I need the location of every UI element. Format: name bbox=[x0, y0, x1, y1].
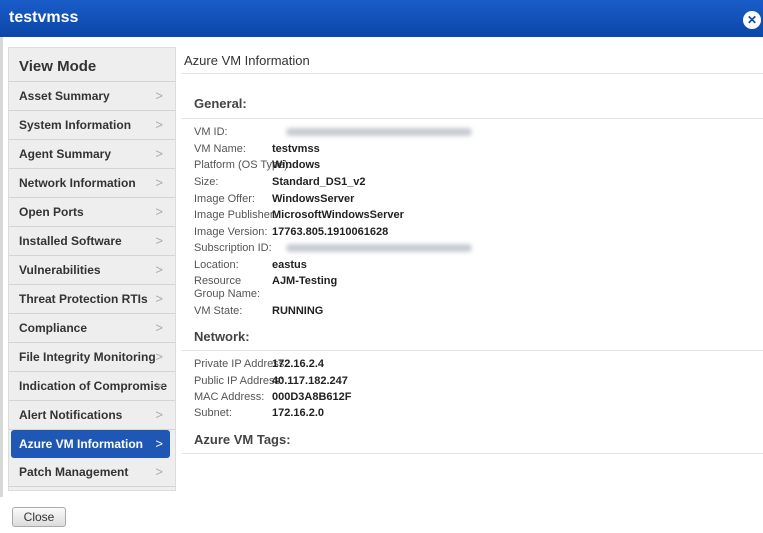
chevron-right-icon: > bbox=[155, 320, 163, 335]
chevron-right-icon: > bbox=[155, 233, 163, 248]
section-heading-general: General: bbox=[194, 96, 247, 111]
sidebar-item-label: Patch Management bbox=[19, 465, 129, 479]
vm-name-value: testvmss bbox=[272, 143, 320, 155]
sidebar-item-label: Alert Notifications bbox=[19, 408, 123, 422]
private-ip-value: 172.16.2.4 bbox=[272, 358, 324, 370]
window-title: testvmss bbox=[9, 9, 79, 26]
close-button[interactable]: Close bbox=[12, 507, 66, 527]
sidebar-item[interactable]: Indication of Compromise > bbox=[9, 372, 175, 401]
vm-state-label: VM State: bbox=[194, 305, 243, 317]
vm-id-label: VM ID: bbox=[194, 126, 228, 138]
size-label: Size: bbox=[194, 176, 219, 188]
location-value: eastus bbox=[272, 259, 307, 271]
chevron-right-icon: > bbox=[155, 291, 163, 306]
sidebar-item[interactable]: Threat Protection RTIs > bbox=[9, 285, 175, 314]
sidebar-item-label: Indication of Compromise bbox=[19, 379, 168, 393]
section-divider bbox=[182, 350, 763, 351]
sidebar-item-label: Open Ports bbox=[19, 205, 84, 219]
chevron-right-icon: > bbox=[155, 436, 163, 451]
chevron-right-icon: > bbox=[155, 117, 163, 132]
sidebar-item[interactable]: System Information > bbox=[9, 111, 175, 140]
sidebar-item-label: System Information bbox=[19, 118, 132, 132]
sidebar-item[interactable]: Agent Summary > bbox=[9, 140, 175, 169]
sidebar-item[interactable]: Compliance > bbox=[9, 314, 175, 343]
subnet-label: Subnet: bbox=[194, 407, 232, 419]
subnet-value: 172.16.2.0 bbox=[272, 407, 324, 419]
chevron-right-icon: > bbox=[155, 88, 163, 103]
chevron-right-icon: > bbox=[155, 349, 163, 364]
window-left-border bbox=[0, 37, 3, 497]
sidebar-item-label: Vulnerabilities bbox=[19, 263, 101, 277]
sidebar-item[interactable]: Alert Notifications > bbox=[9, 401, 175, 430]
image-version-label: Image Version: bbox=[194, 226, 268, 238]
sidebar-item[interactable]: Vulnerabilities > bbox=[9, 256, 175, 285]
image-publisher-value: MicrosoftWindowsServer bbox=[272, 209, 404, 221]
sidebar-item-label: File Integrity Monitoring bbox=[19, 350, 156, 364]
sidebar-item-label: Asset Summary bbox=[19, 89, 110, 103]
chevron-right-icon: > bbox=[155, 262, 163, 277]
window-titlebar: testvmss ✕ bbox=[0, 0, 763, 37]
panel-divider bbox=[182, 73, 763, 74]
chevron-right-icon: > bbox=[155, 464, 163, 479]
mac-address-value: 000D3A8B612F bbox=[272, 391, 352, 403]
sidebar-item-label: Agent Summary bbox=[19, 147, 112, 161]
chevron-right-icon: > bbox=[155, 407, 163, 422]
sidebar-item-label: Installed Software bbox=[19, 234, 122, 248]
panel-title: Azure VM Information bbox=[184, 53, 310, 68]
sidebar-item[interactable]: Azure VM Information > bbox=[11, 430, 170, 458]
location-label: Location: bbox=[194, 259, 239, 271]
vm-state-value: RUNNING bbox=[272, 305, 324, 317]
subscription-id-label: Subscription ID: bbox=[194, 242, 272, 254]
platform-value: Windows bbox=[272, 159, 321, 171]
sidebar-item-label: Compliance bbox=[19, 321, 88, 335]
image-version-value: 17763.805.1910061628 bbox=[272, 226, 389, 238]
public-ip-label: Public IP Address: bbox=[194, 375, 284, 387]
view-mode-sidebar: View Mode Asset Summary > System Informati… bbox=[8, 47, 176, 491]
resource-group-label: Resource Group Name: bbox=[194, 275, 261, 300]
sidebar-item[interactable]: Open Ports > bbox=[9, 198, 175, 227]
mac-address-label: MAC Address: bbox=[194, 391, 265, 403]
sidebar-item[interactable]: Asset Summary > bbox=[9, 82, 175, 111]
public-ip-value: 40.117.182.247 bbox=[272, 375, 348, 387]
sidebar-item-label: Network Information bbox=[19, 176, 136, 190]
sidebar-item-label: Threat Protection RTIs bbox=[19, 292, 148, 306]
image-offer-value: WindowsServer bbox=[272, 193, 355, 205]
section-heading-tags: Azure VM Tags: bbox=[194, 432, 291, 447]
size-value: Standard_DS1_v2 bbox=[272, 176, 366, 188]
chevron-right-icon: > bbox=[155, 204, 163, 219]
image-publisher-label: Image Publisher: bbox=[194, 209, 277, 221]
sidebar-item-label: Azure VM Information bbox=[19, 437, 144, 451]
sidebar-heading: View Mode bbox=[9, 48, 175, 82]
section-divider bbox=[182, 118, 763, 119]
chevron-right-icon: > bbox=[155, 175, 163, 190]
image-offer-label: Image Offer: bbox=[194, 193, 255, 205]
subscription-id-value-redacted bbox=[286, 244, 472, 252]
close-icon[interactable]: ✕ bbox=[743, 11, 761, 29]
sidebar-item[interactable]: Patch Management > bbox=[9, 458, 175, 487]
sidebar-item[interactable]: Installed Software > bbox=[9, 227, 175, 256]
vm-name-label: VM Name: bbox=[194, 143, 246, 155]
chevron-right-icon: > bbox=[155, 378, 163, 393]
resource-group-value: AJM-Testing bbox=[272, 275, 338, 287]
section-divider bbox=[182, 453, 763, 454]
vm-id-value-redacted bbox=[286, 128, 472, 136]
sidebar-item[interactable]: Network Information > bbox=[9, 169, 175, 198]
section-heading-network: Network: bbox=[194, 329, 250, 344]
sidebar-item[interactable]: File Integrity Monitoring > bbox=[9, 343, 175, 372]
chevron-right-icon: > bbox=[155, 146, 163, 161]
